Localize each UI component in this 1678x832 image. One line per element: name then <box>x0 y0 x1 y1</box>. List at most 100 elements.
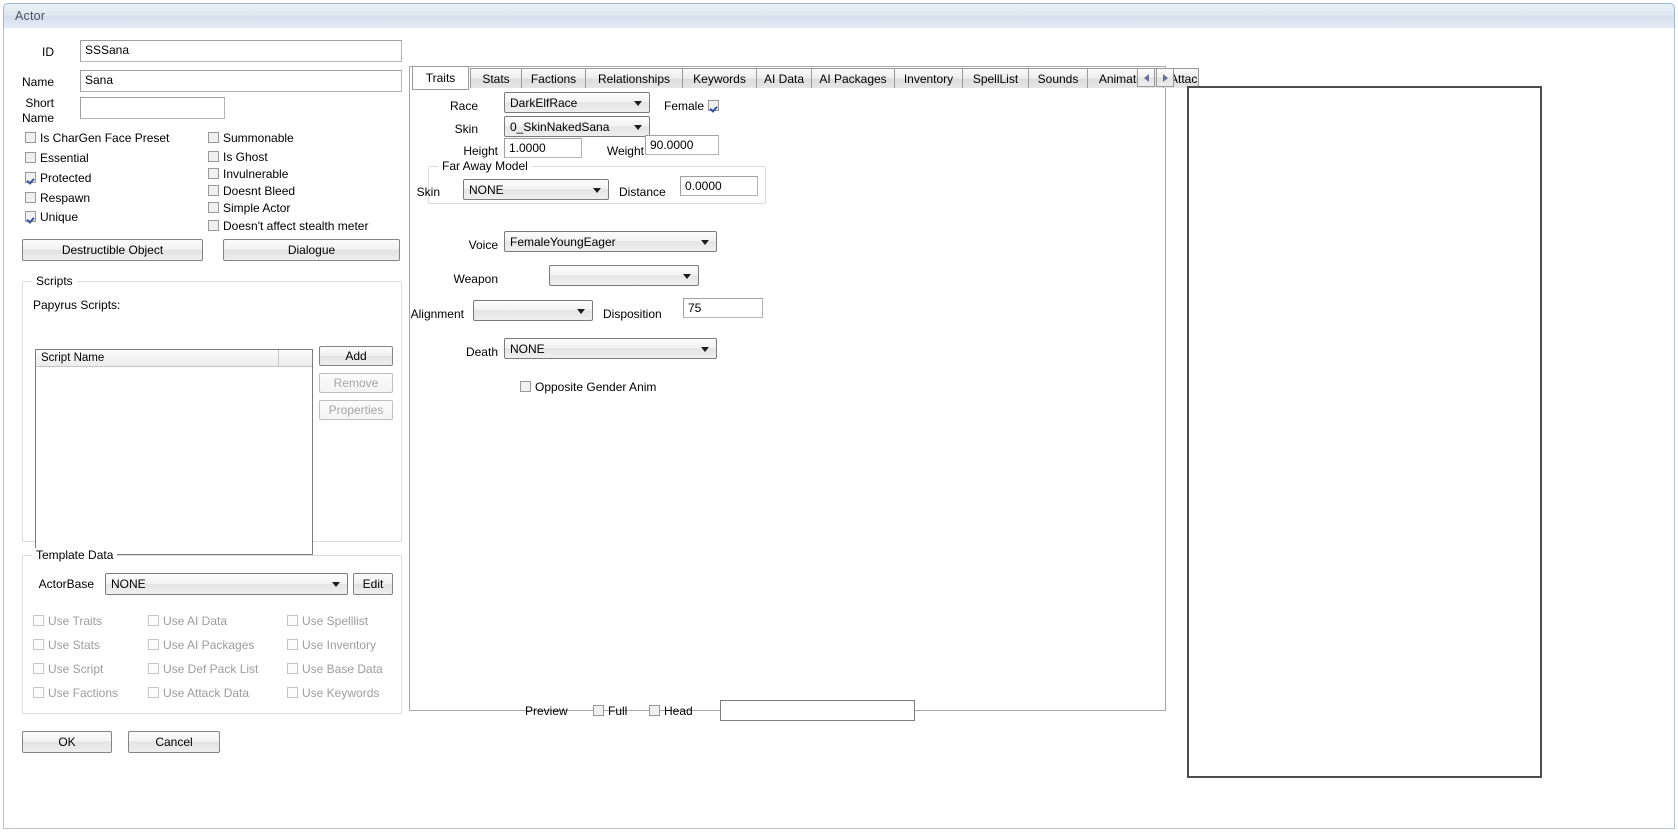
short-name-input[interactable] <box>80 97 225 119</box>
chevron-down-icon <box>701 239 709 245</box>
voice-label: Voice <box>468 238 498 252</box>
far-away-skin-label: Skin <box>416 185 440 199</box>
far-away-skin-combo[interactable]: NONE <box>463 179 609 200</box>
checkbox-label: Use Keywords <box>302 686 380 700</box>
checkbox-use-def-pack-list: Use Def Pack List <box>148 662 258 676</box>
actor-preview-pane[interactable] <box>1187 86 1542 778</box>
destructible-object-button-label: Destructible Object <box>61 243 164 257</box>
checkbox-is-chargen-face-preset[interactable]: Is CharGen Face Preset <box>25 131 169 145</box>
weight-input[interactable]: 90.0000 <box>645 135 719 155</box>
checkbox-female[interactable]: Female <box>663 99 719 113</box>
tab-label: Stats <box>482 71 510 86</box>
script-list[interactable]: Script Name <box>35 349 313 555</box>
actorbase-label: ActorBase <box>38 577 94 591</box>
tab-inventory[interactable]: Inventory <box>894 68 963 88</box>
checkbox-opposite-gender-anim[interactable]: Opposite Gender Anim <box>520 380 658 394</box>
chevron-down-icon <box>332 582 340 587</box>
checkbox-label: Doesnt Bleed <box>223 184 296 198</box>
name-input[interactable]: Sana <box>80 70 402 92</box>
tab-scroll-prev-button[interactable] <box>1137 68 1155 87</box>
checkbox-box <box>148 639 159 650</box>
race-label: Race <box>449 99 478 113</box>
checkbox-doesnt-affect-stealth-meter[interactable]: Doesn't affect stealth meter <box>208 219 368 233</box>
script-list-column-2-header[interactable] <box>279 350 312 366</box>
checkbox-use-attack-data: Use Attack Data <box>148 686 249 700</box>
tab-keywords[interactable]: Keywords <box>682 68 757 88</box>
checkbox-female-group: Female <box>664 99 719 113</box>
script-name-column-header[interactable]: Script Name <box>36 350 279 366</box>
disposition-input[interactable]: 75 <box>683 298 763 318</box>
script-properties-button-label: Properties <box>328 403 384 417</box>
checkbox-protected[interactable]: Protected <box>25 171 91 185</box>
height-input[interactable]: 1.0000 <box>504 138 582 158</box>
disposition-label: Disposition <box>603 307 662 321</box>
checkbox-respawn[interactable]: Respawn <box>25 191 90 205</box>
skin-combo-value: 0_SkinNakedSana <box>510 120 610 134</box>
tab-spelllist[interactable]: SpellList <box>962 68 1029 88</box>
tab-label: Attac <box>1170 71 1198 86</box>
checkbox-preview-head[interactable]: Head <box>649 704 693 718</box>
weapon-combo[interactable] <box>549 265 699 286</box>
tab-factions[interactable]: Factions <box>521 68 586 88</box>
actorbase-edit-button[interactable]: Edit <box>353 573 393 595</box>
far-away-distance-input[interactable]: 0.0000 <box>680 176 758 196</box>
tab-label: SpellList <box>972 71 1019 86</box>
checkbox-label: Use AI Data <box>163 614 228 628</box>
script-name-column-label: Script Name <box>41 352 105 364</box>
skin-combo[interactable]: 0_SkinNakedSana <box>504 116 650 137</box>
checkbox-box <box>287 615 298 626</box>
script-add-button[interactable]: Add <box>319 346 393 366</box>
checkbox-is-ghost[interactable]: Is Ghost <box>208 150 268 164</box>
cancel-button[interactable]: Cancel <box>128 731 220 753</box>
checkbox-box <box>208 185 219 196</box>
checkbox-box <box>287 663 298 674</box>
checkbox-unique[interactable]: Unique <box>25 210 78 224</box>
checkbox-summonable[interactable]: Summonable <box>208 131 294 145</box>
ok-button-label: OK <box>58 735 76 749</box>
tab-ai-packages[interactable]: AI Packages <box>811 68 895 88</box>
id-input[interactable]: SSSana <box>80 40 402 62</box>
tab-ai-data[interactable]: AI Data <box>756 68 812 88</box>
chevron-right-icon <box>1162 73 1168 82</box>
voice-combo[interactable]: FemaleYoungEager <box>504 231 717 252</box>
checkbox-simple-actor[interactable]: Simple Actor <box>208 201 290 215</box>
checkbox-label: Respawn <box>40 191 91 205</box>
race-combo[interactable]: DarkElfRace <box>504 92 650 113</box>
checkbox-box <box>708 100 719 111</box>
tab-relationships[interactable]: Relationships <box>585 68 683 88</box>
destructible-object-button[interactable]: Destructible Object <box>22 239 203 261</box>
actorbase-combo[interactable]: NONE <box>105 573 348 595</box>
dialogue-button[interactable]: Dialogue <box>223 239 400 261</box>
death-combo[interactable]: NONE <box>504 338 717 359</box>
checkbox-box <box>208 220 219 231</box>
checkbox-label: Use Factions <box>48 686 119 700</box>
actorbase-edit-button-label: Edit <box>362 577 384 591</box>
preview-name-input[interactable] <box>720 700 915 721</box>
tab-sounds[interactable]: Sounds <box>1028 68 1088 88</box>
checkbox-preview-full[interactable]: Full <box>593 704 627 718</box>
alignment-combo[interactable] <box>473 300 593 321</box>
tab-stats[interactable]: Stats <box>470 68 522 88</box>
checkbox-essential[interactable]: Essential <box>25 151 89 165</box>
checkbox-use-ai-data: Use AI Data <box>148 614 227 628</box>
tab-traits[interactable]: Traits <box>412 66 469 90</box>
checkbox-box <box>593 705 604 716</box>
actor-dialog-window: Actor ID SSSana Name Sana Short Name Is … <box>0 0 1678 832</box>
checkbox-use-ai-packages: Use AI Packages <box>148 638 254 652</box>
checkbox-doesnt-bleed[interactable]: Doesnt Bleed <box>208 184 295 198</box>
checkbox-box <box>208 132 219 143</box>
checkbox-label: Protected <box>40 171 92 185</box>
checkbox-box <box>33 687 44 698</box>
skin-label: Skin <box>454 122 478 136</box>
weapon-label: Weapon <box>453 272 498 286</box>
chevron-down-icon <box>577 308 585 314</box>
ok-button[interactable]: OK <box>22 731 112 753</box>
chevron-down-icon <box>593 187 601 193</box>
tab-scroll-next-button[interactable] <box>1156 68 1174 87</box>
checkbox-label: Use AI Packages <box>163 638 255 652</box>
checkbox-invulnerable[interactable]: Invulnerable <box>208 167 288 181</box>
checkbox-box <box>208 202 219 213</box>
actor-preview-viewport[interactable] <box>1190 89 1539 775</box>
checkbox-label: Invulnerable <box>223 167 289 181</box>
checkbox-box <box>148 663 159 674</box>
